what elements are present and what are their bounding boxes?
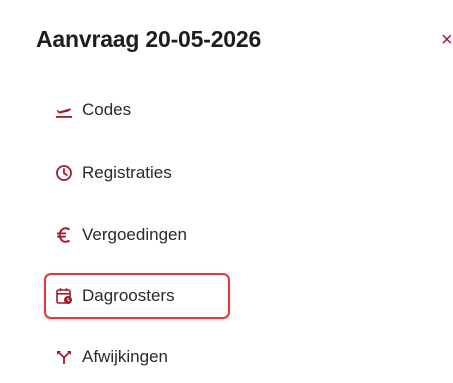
calendar-clock-icon [55, 287, 73, 305]
menu-item-vergoedingen[interactable]: Vergoedingen [44, 212, 187, 258]
close-button[interactable]: × [441, 30, 453, 50]
flight-icon [55, 101, 73, 119]
panel-title: Aanvraag 20-05-2026 [36, 26, 262, 52]
clock-icon [55, 164, 73, 182]
menu-item-label: Registraties [82, 163, 172, 182]
menu-item-label: Afwijkingen [82, 347, 168, 366]
menu-item-label: Dagroosters [82, 286, 175, 305]
menu-item-codes[interactable]: Codes [44, 87, 131, 133]
split-arrow-icon [55, 348, 73, 366]
menu-item-registraties[interactable]: Registraties [44, 150, 172, 196]
menu-item-label: Vergoedingen [82, 225, 187, 244]
menu-item-dagroosters[interactable]: Dagroosters [44, 273, 230, 319]
menu-item-label: Codes [82, 100, 132, 119]
euro-icon [55, 226, 73, 244]
sidebar-panel: Aanvraag 20-05-2026 × Codes Registraties [0, 0, 453, 383]
menu-item-afwijkingen[interactable]: Afwijkingen [44, 334, 168, 380]
